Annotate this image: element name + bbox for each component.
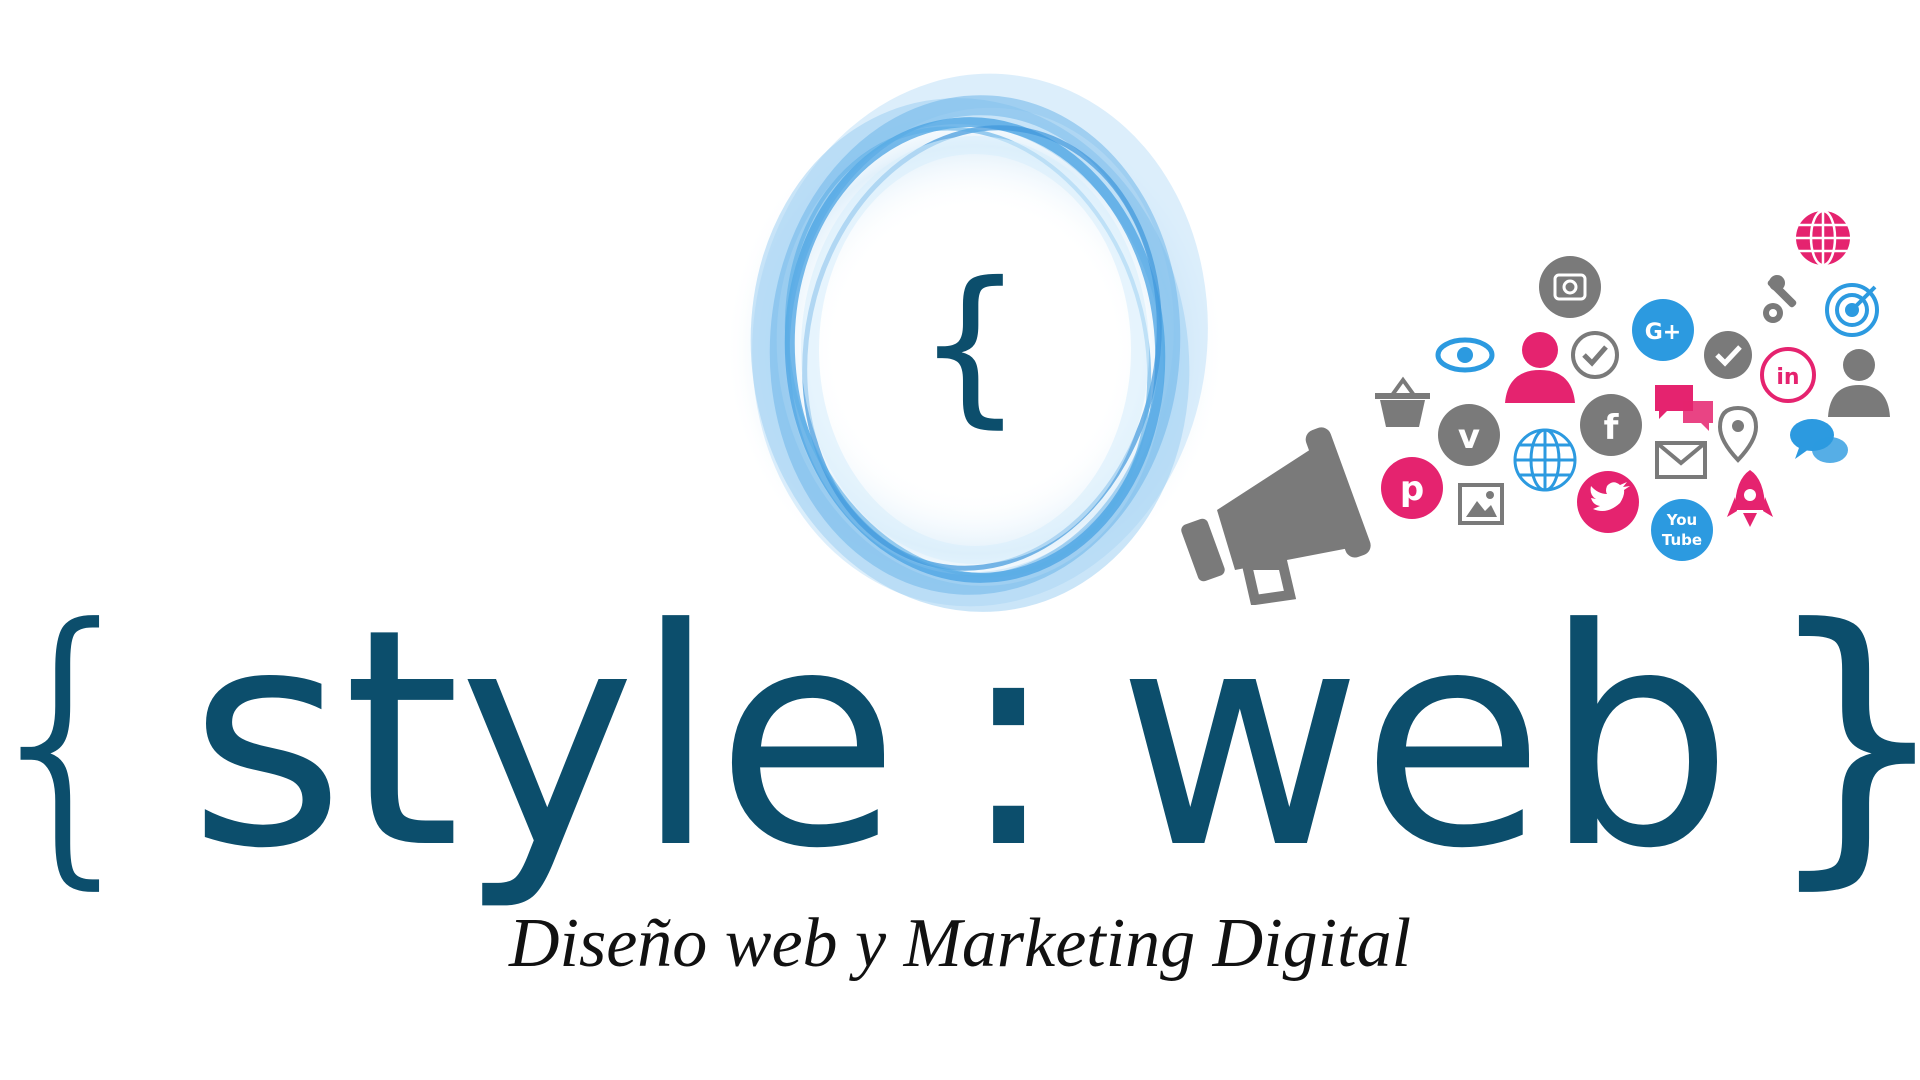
wordmark-colon: : — [957, 565, 1059, 914]
chat-bubbles-icon — [1655, 385, 1713, 431]
svg-text:You: You — [1666, 511, 1697, 529]
svg-text:p: p — [1400, 469, 1424, 509]
rocket-icon — [1727, 470, 1773, 527]
web-globe-icon — [1796, 209, 1850, 267]
instagram-icon — [1539, 256, 1601, 318]
svg-text:v: v — [1458, 417, 1480, 457]
megaphone-icon-cloud: p v f G+ You Tube in — [1175, 205, 1920, 606]
globe-icon — [1513, 428, 1577, 492]
tagline: Diseño web y Marketing Digital — [508, 905, 1412, 982]
wordmark-style: style — [188, 565, 900, 914]
svg-text:Tube: Tube — [1662, 531, 1702, 549]
check-badge-icon — [1704, 331, 1752, 379]
google-plus-icon: G+ — [1632, 299, 1694, 361]
facebook-icon: f — [1580, 394, 1642, 456]
pinterest-icon: p — [1381, 457, 1443, 519]
wordmark-brace-close: } — [1761, 590, 1920, 890]
contact-user-icon — [1828, 349, 1890, 417]
envelope-icon — [1655, 441, 1707, 479]
settings-tools-icon — [1763, 275, 1797, 323]
ring-brace-glyph: { — [915, 246, 1025, 444]
check-circle-icon — [1571, 331, 1619, 379]
comments-icon — [1790, 419, 1848, 463]
twitter-icon — [1577, 471, 1639, 533]
linkedin-icon: in — [1760, 347, 1816, 403]
wordmark-web: web — [1117, 565, 1733, 914]
wordmark-brace-open: { — [0, 590, 161, 890]
image-icon — [1458, 483, 1504, 525]
logo-canvas: { p v f G+ You Tube in style: web Diseñ… — [0, 0, 1920, 1080]
shopping-basket-icon — [1375, 376, 1430, 427]
youtube-icon: You Tube — [1651, 499, 1713, 561]
user-icon — [1505, 332, 1575, 403]
target-icon — [1825, 283, 1879, 337]
svg-text:G+: G+ — [1645, 320, 1682, 345]
vimeo-icon: v — [1438, 404, 1500, 466]
ring-emblem: { — [690, 70, 1250, 630]
svg-text:f: f — [1604, 408, 1620, 448]
location-pin-icon — [1717, 405, 1759, 463]
eye-icon — [1435, 337, 1495, 373]
brand-wordmark: { style : web } — [0, 565, 1920, 914]
svg-text:in: in — [1776, 365, 1799, 390]
